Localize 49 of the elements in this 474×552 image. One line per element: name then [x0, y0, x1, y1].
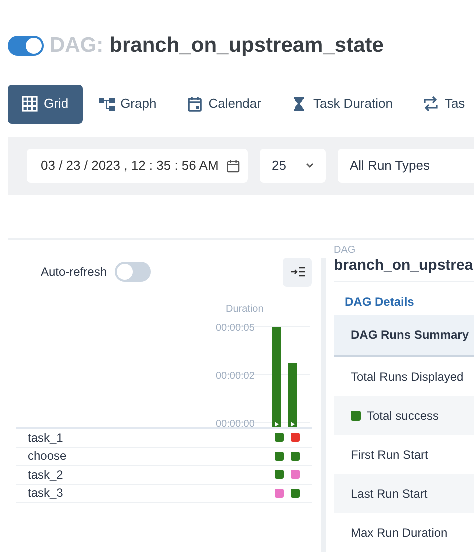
task-name[interactable]: task_2 [16, 466, 275, 484]
axis-tick-label: 00:00:05 [216, 323, 255, 334]
task-status-square[interactable] [275, 433, 284, 442]
view-tab[interactable]: Calendar [172, 84, 276, 124]
task-status-square[interactable] [291, 470, 300, 480]
auto-refresh-label: Auto-refresh [41, 264, 108, 281]
table-header-cell: DAG Runs Summary [334, 315, 474, 357]
task-status-square[interactable] [275, 488, 284, 498]
dag-id: branch_on_upstrea [334, 257, 474, 275]
expand-button[interactable] [283, 258, 312, 286]
runs-select[interactable]: 25 [260, 149, 326, 183]
view-tab[interactable]: Tas [408, 84, 474, 124]
dag-details-link[interactable]: DAG Details [334, 293, 474, 311]
task-name[interactable]: choose [16, 447, 275, 466]
task-status-square[interactable] [291, 452, 300, 461]
duration-bar[interactable] [288, 363, 297, 427]
graph-icon [98, 96, 115, 112]
calendar-icon [186, 96, 203, 112]
task-status-square[interactable] [291, 433, 300, 442]
calendar-icon [226, 160, 240, 172]
view-tab[interactable]: Task Duration [277, 84, 407, 124]
arrow-list-icon [290, 267, 304, 277]
task-status-square[interactable] [275, 470, 284, 480]
breadcrumb-label: DAG [334, 245, 357, 257]
table-cell-text: Total Runs Displayed [351, 368, 464, 386]
table-cell-text: Max Run Duration [351, 524, 448, 542]
auto-refresh-toggle[interactable] [115, 262, 152, 282]
date-input[interactable]: 03 / 23 / 2023 , 12 : 35 : 56 AM [27, 149, 248, 183]
task-name[interactable]: task_3 [16, 484, 275, 502]
play-icon [291, 422, 295, 427]
axis-tick-label: 00:00:00 [216, 419, 255, 427]
grid-icon [22, 96, 38, 112]
chevron-down-icon [306, 163, 314, 169]
play-icon [275, 422, 279, 427]
dag-toggle[interactable] [8, 36, 44, 56]
task-status-square[interactable] [275, 452, 284, 461]
table-cell-text: Last Run Start [351, 486, 428, 502]
repeat-icon [422, 96, 439, 112]
table-cell-text: Total success [367, 408, 440, 424]
dag-title: branch_on_upstream_state [110, 32, 384, 59]
dag-prefix: DAG: [50, 32, 104, 59]
task-status-square[interactable] [291, 488, 300, 498]
view-tab[interactable]: Grid [8, 84, 83, 124]
axis-tick-label: 00:00:02 [216, 371, 255, 382]
run-type-select[interactable]: All Run Types [338, 149, 474, 183]
duration-label: Duration [226, 303, 265, 317]
table-cell-text: First Run Start [351, 446, 428, 464]
view-tab[interactable]: Graph [84, 84, 171, 124]
task-name[interactable]: task_1 [16, 428, 275, 447]
